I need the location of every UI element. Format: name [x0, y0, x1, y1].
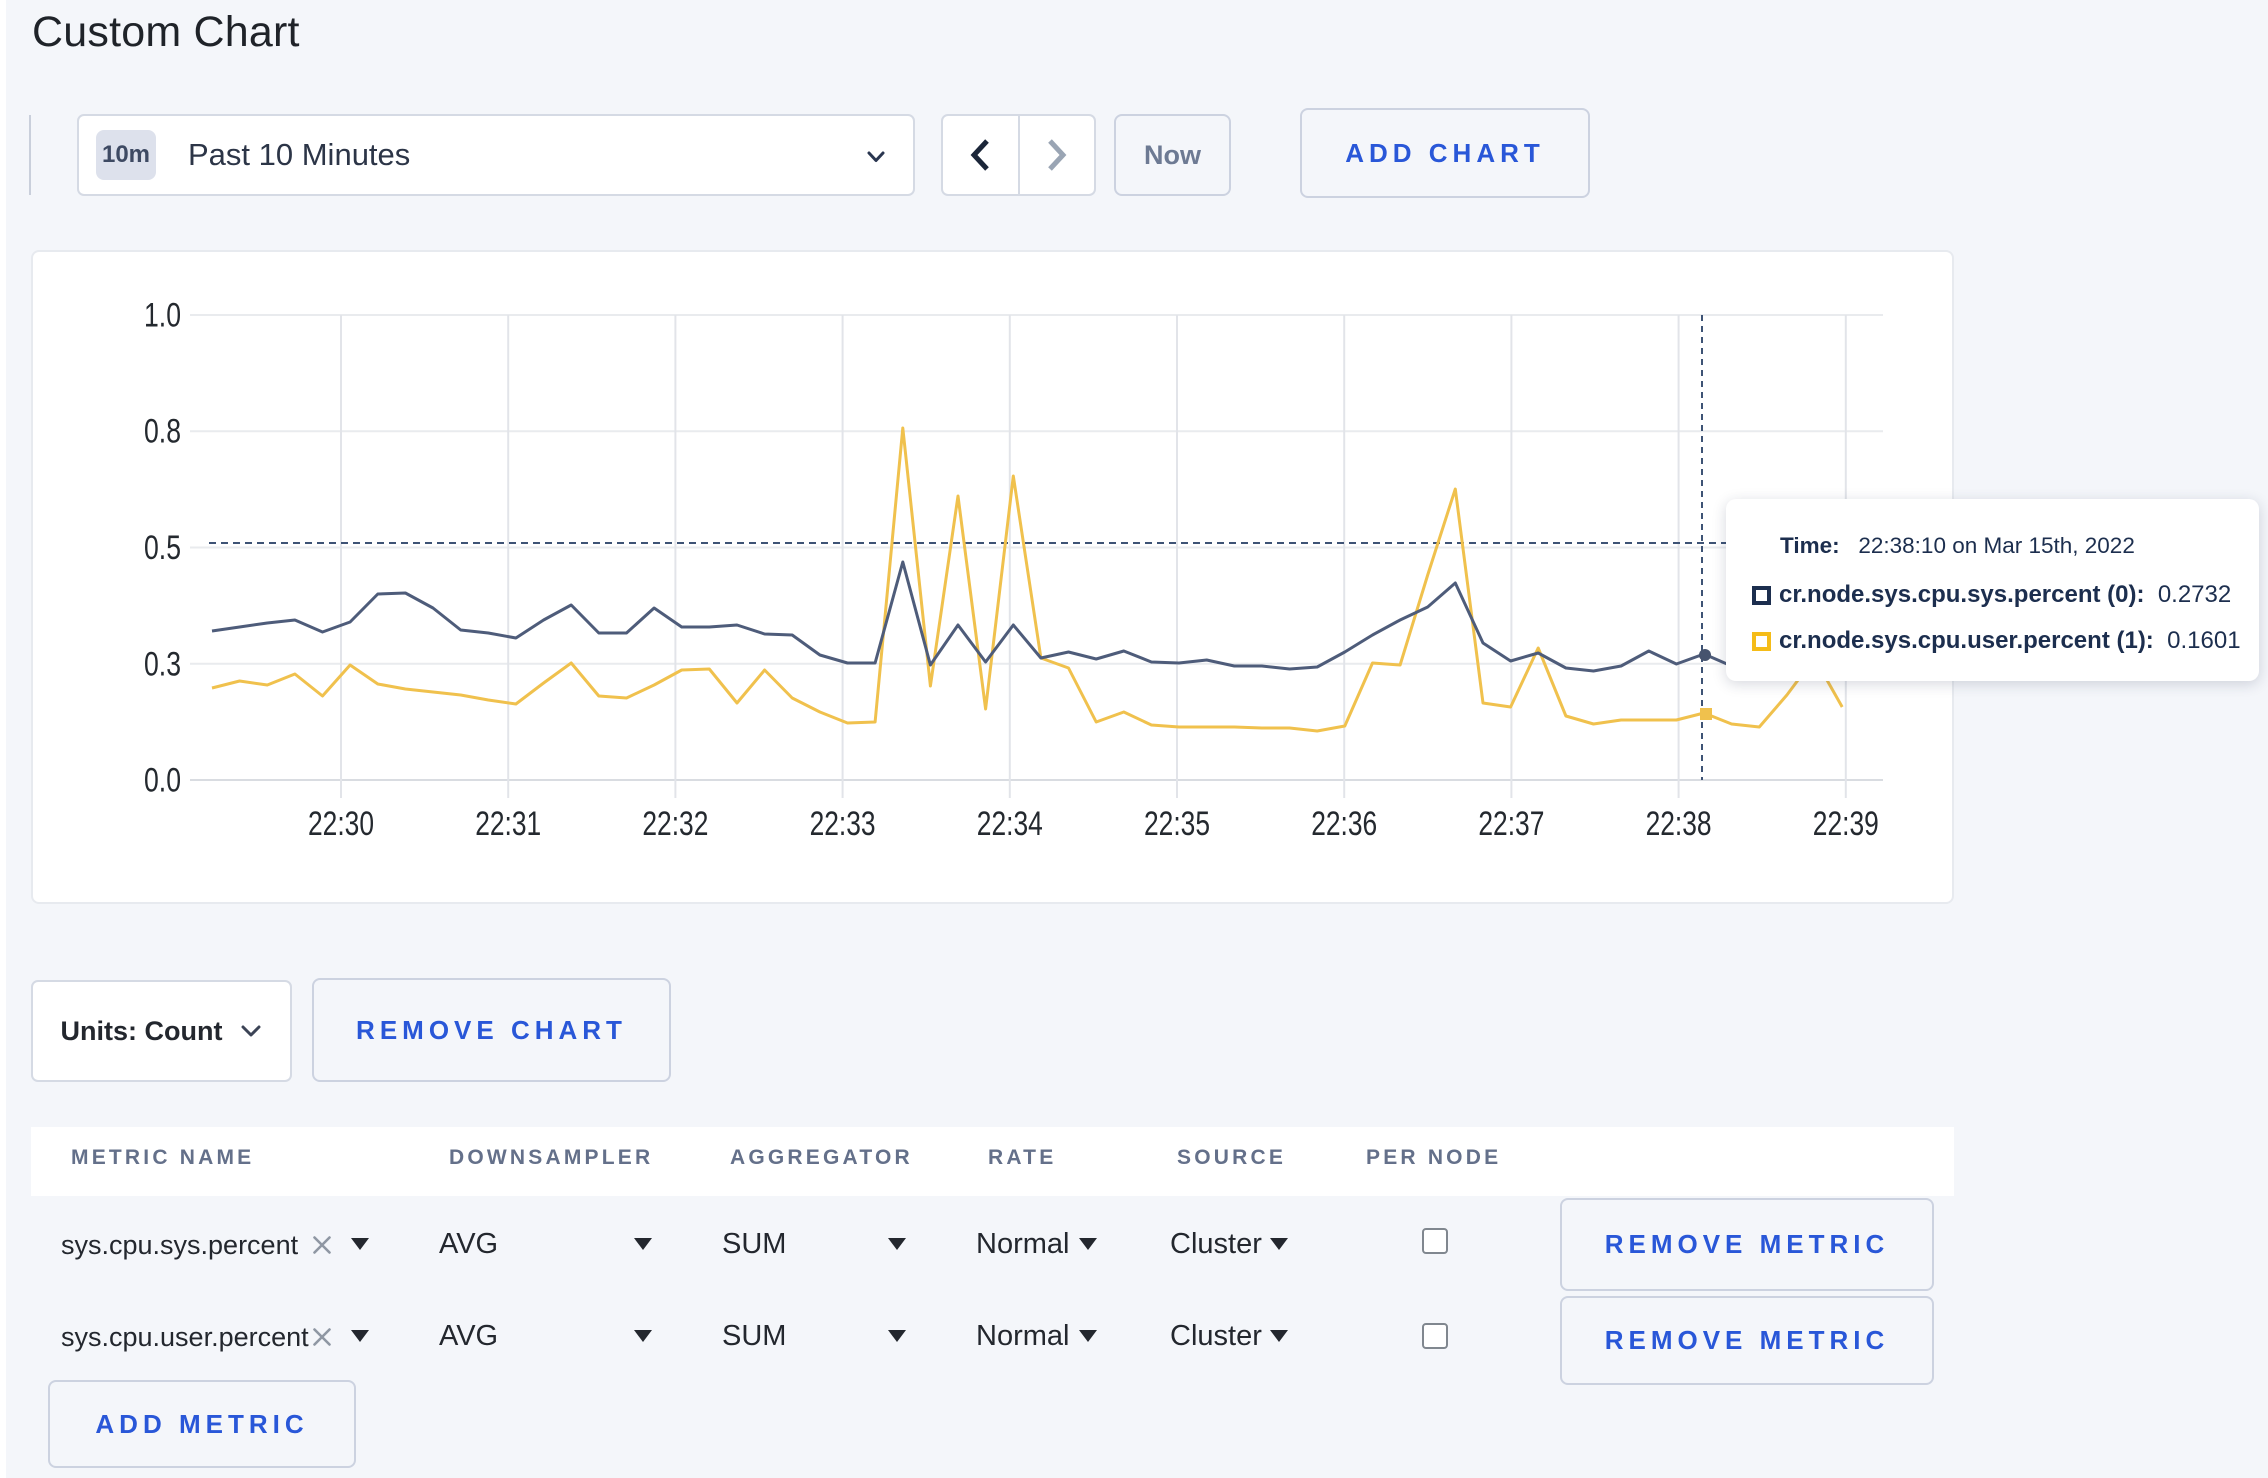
svg-text:22:39: 22:39: [1813, 805, 1879, 843]
svg-text:22:32: 22:32: [642, 805, 708, 843]
svg-text:0.0: 0.0: [144, 762, 181, 800]
svg-text:0.3: 0.3: [144, 645, 181, 683]
svg-text:0.5: 0.5: [144, 529, 181, 567]
svg-text:22:35: 22:35: [1144, 805, 1210, 843]
svg-text:22:34: 22:34: [977, 805, 1043, 843]
svg-text:22:30: 22:30: [308, 805, 374, 843]
svg-text:22:36: 22:36: [1311, 805, 1377, 843]
svg-text:22:33: 22:33: [810, 805, 876, 843]
svg-text:1.0: 1.0: [144, 297, 181, 335]
svg-text:22:38: 22:38: [1646, 805, 1712, 843]
svg-text:22:37: 22:37: [1478, 805, 1544, 843]
svg-text:0.8: 0.8: [144, 413, 181, 451]
svg-text:22:31: 22:31: [475, 805, 541, 843]
